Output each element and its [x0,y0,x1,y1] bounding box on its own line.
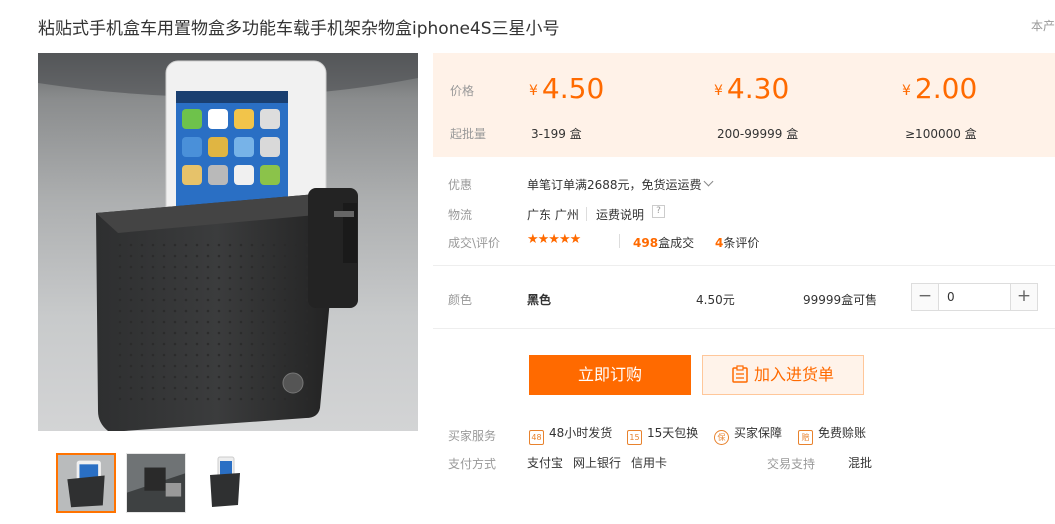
promo-text[interactable]: 单笔订单满2688元，免货运运费 [527,176,702,193]
min-order-label: 起批量 [450,127,487,141]
product-title: 粘贴式手机盒车用置物盒多功能车载手机架杂物盒iphone4S三星小号 [38,19,560,39]
divider [433,265,1055,266]
tier-price-3: ¥2.00 [902,72,978,105]
stock-text: 99999盒可售 [803,293,878,307]
thumbnail-3[interactable] [196,453,256,513]
shipping-note-link[interactable]: 运费说明 [596,206,644,223]
rating-stars-icon: ★★★★★ [527,232,581,247]
shield-icon: 保 [714,430,729,445]
color-label: 颜色 [448,293,473,307]
thumbnail-1[interactable] [56,453,116,513]
unit-price: 4.50元 [696,293,735,307]
tier-price-2: ¥4.30 [714,72,790,105]
services-label: 买家服务 [448,429,497,443]
service-48h[interactable]: 48 48小时发货 [529,424,612,445]
color-value: 黑色 [527,293,552,307]
origin-text: 广东 广州 [527,208,579,222]
add-to-cart-label: 加入进货单 [753,365,834,384]
tier-range-3: ≥100000 盒 [905,127,977,141]
trade-support-label: 交易支持 [767,457,816,471]
quantity-stepper[interactable]: − + [911,283,1038,311]
payment-label: 支付方式 [448,457,497,471]
clipboard-icon [732,359,748,397]
tier-range-1: 3-199 盒 [531,127,582,141]
payment-online-bank: 网上银行 [573,456,622,470]
main-product-image[interactable] [38,53,418,431]
deals-label: 成交\评价 [448,236,501,250]
qty-minus-button[interactable]: − [912,284,939,310]
tier-price-1: ¥4.50 [529,72,605,105]
logistics-label: 物流 [448,208,473,222]
tier-range-2: 200-99999 盒 [717,127,799,141]
promo-label: 优惠 [448,178,473,192]
divider [433,328,1055,329]
qty-input[interactable] [939,284,1010,310]
service-guarantee[interactable]: 保买家保障 [714,424,782,445]
credit-icon: 赔 [798,430,813,445]
divider [619,234,620,248]
buy-now-button[interactable]: 立即订购 [529,355,691,395]
chevron-down-icon[interactable] [703,176,714,187]
payment-alipay: 支付宝 [527,456,564,470]
thumbnail-2[interactable] [126,453,186,513]
payment-credit-card: 信用卡 [631,456,668,470]
service-15day[interactable]: 15 15天包换 [627,424,698,445]
service-credit[interactable]: 赔免费赊账 [798,424,866,445]
divider [586,207,587,221]
trade-support-value: 混批 [848,456,873,470]
calendar-15-icon: 15 [627,430,642,445]
review-count[interactable]: 4条评价 [715,234,759,251]
add-to-cart-button[interactable]: 加入进货单 [702,355,864,395]
corner-text[interactable]: 本产 [1031,17,1055,34]
qty-plus-button[interactable]: + [1010,284,1037,310]
deals-count[interactable]: 498盒成交 [633,234,694,251]
clock-48-icon: 48 [529,430,544,445]
help-icon[interactable]: ? [652,205,665,218]
price-label: 价格 [450,84,475,98]
